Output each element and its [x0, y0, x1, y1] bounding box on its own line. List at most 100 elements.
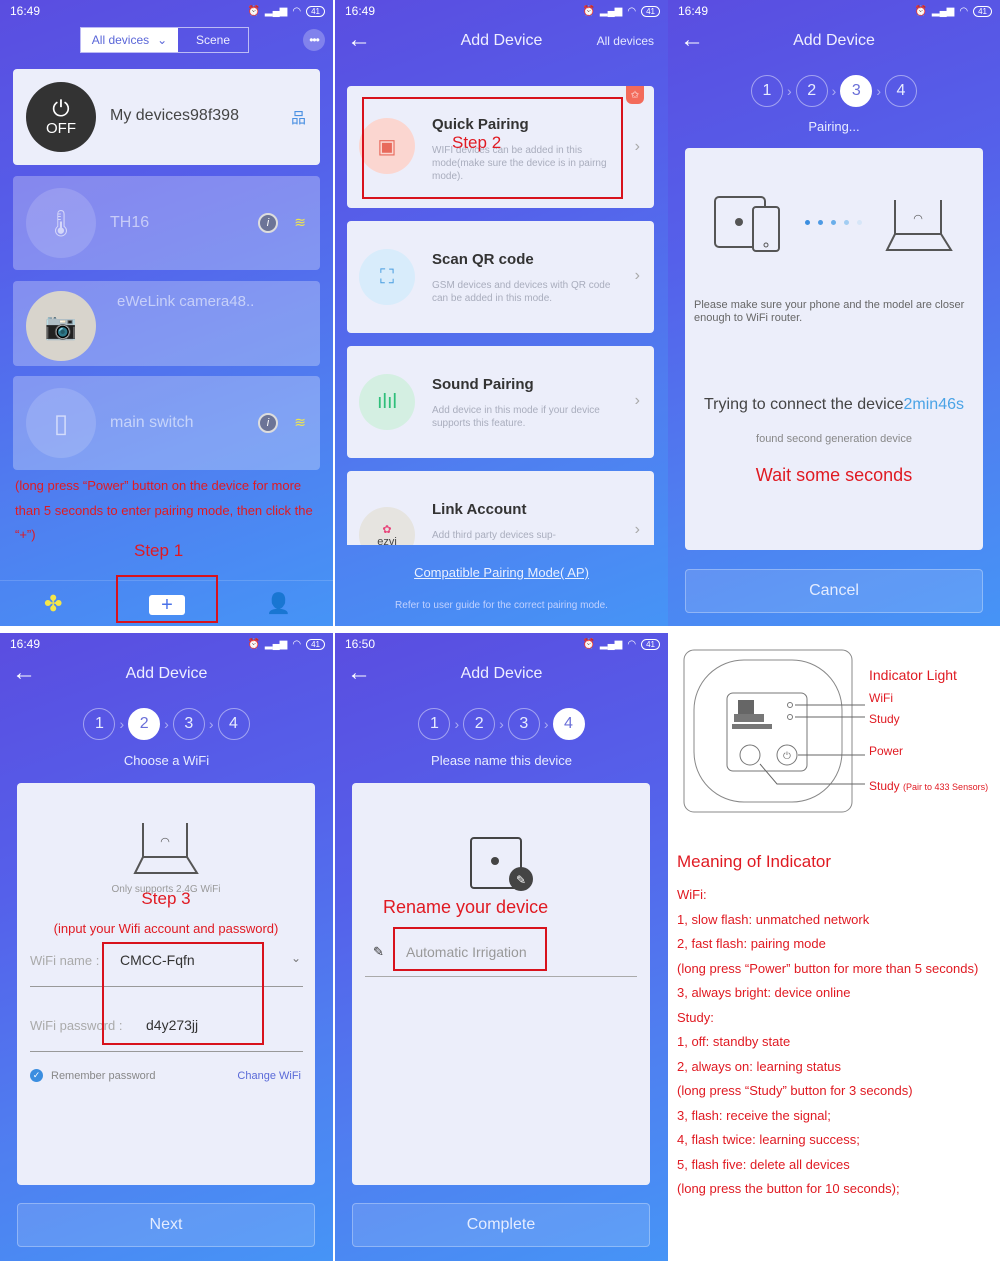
device-card[interactable]: ⏻ OFF My devices98f398 品 [13, 69, 320, 165]
refer-hint: Refer to user guide for the correct pair… [395, 600, 608, 611]
camera-thumbnail: 📷 [26, 291, 96, 361]
rename-annotation: Rename your device [383, 897, 549, 917]
change-wifi-link[interactable]: Change WiFi [237, 1070, 301, 1082]
page-title: Add Device [125, 665, 208, 682]
complete-button[interactable]: Complete [352, 1203, 650, 1247]
found-device-text: found second generation device [756, 433, 912, 445]
pairing-screen: 16:49 ⏰ ▂▄▆ ◠ 41 ← Add Device 1 › 2 › 3 › 4 Pa… [668, 0, 1000, 626]
mode-scan-qr[interactable]: ⛶ Scan QR code GSM devices and devices w… [347, 221, 654, 333]
chevron-down-icon[interactable]: ⌄ [291, 951, 301, 965]
wifi-icon: ◠ [292, 5, 302, 17]
meaning-line: 5, flash five: delete all devices [677, 1156, 850, 1172]
proximity-hint: Please make sure your phone and the mode… [694, 299, 965, 324]
alarm-icon: ⏰ [582, 5, 595, 17]
step-subtitle: Pairing... [808, 119, 860, 134]
star-badge-icon: ✩ [626, 86, 644, 104]
meaning-line: 4, flash twice: learning success; [677, 1132, 860, 1147]
chevron-right-icon: › [634, 521, 640, 538]
more-icon[interactable]: ••• [303, 29, 325, 51]
status-bar: 16:49 ⏰ ▂▄▆ ◠ 41 [335, 0, 668, 22]
wait-annotation: Wait some seconds [755, 465, 913, 485]
device-card[interactable]: ▯ main switch i ≋ [13, 376, 320, 470]
signal-icon: ▂▄▆ [599, 638, 623, 650]
thermometer-icon: 🌡 [26, 188, 96, 258]
power-toggle[interactable]: ⏻ OFF [26, 82, 96, 152]
device-card[interactable]: 📷 eWeLink camera48.. [13, 281, 320, 366]
page-title: Add Device [460, 32, 543, 49]
page-title: Add Device [793, 32, 875, 49]
step3-annotation: (input your Wifi account and password) [53, 921, 279, 936]
pencil-icon: ✎ [373, 944, 384, 959]
meaning-title: Meaning of Indicator [677, 852, 832, 871]
battery-icon: 41 [641, 5, 660, 17]
step-2: 2 [795, 75, 828, 107]
add-device-screen: 16:49 ⏰ ▂▄▆ ◠ 41 ← Add Device All devices ▣… [335, 0, 668, 626]
step1-label: Step 1 [134, 541, 184, 560]
meaning-line: (long press “Power” button for more than… [677, 960, 979, 976]
meaning-line: 2, always on: learning status [677, 1058, 842, 1074]
meaning-line: 1, slow flash: unmatched network [677, 911, 870, 927]
home-screen: 16:49 ⏰ ▂▄▆ ◠ 41 All devices ⌄ Scene ••• ⏻ O… [0, 0, 333, 626]
alarm-icon: ⏰ [247, 638, 260, 650]
back-arrow-icon[interactable]: ← [347, 28, 371, 52]
highlight-box [393, 927, 547, 971]
meaning-line: 2, fast flash: pairing mode [677, 936, 826, 951]
step-4: 4 [217, 708, 250, 740]
tab-all-devices[interactable]: All devices ⌄ [81, 28, 178, 52]
back-arrow-icon[interactable]: ← [680, 28, 704, 52]
wifi-icon: ◠ [292, 638, 302, 650]
device-card[interactable]: 🌡 TH16 i ≋ [13, 176, 320, 270]
step1-annotation: (long press “Power” button on the device… [15, 478, 313, 542]
highlight-box [102, 942, 264, 1045]
indicator-heading: Indicator Light [869, 667, 957, 683]
all-devices-link[interactable]: All devices [597, 34, 654, 48]
device-name: TH16 [110, 214, 150, 231]
mode-link-account[interactable]: ✿ ezvi Link Account Add third party devic… [347, 471, 654, 545]
countdown-timer: 2min46s [903, 396, 964, 413]
chevron-down-icon: ⌄ [157, 33, 168, 47]
name-card: ✎ Rename your device ✎ Automatic Irrigat… [352, 783, 650, 1185]
profile-icon[interactable]: 👤 [266, 591, 291, 616]
sound-wave-icon: ılıl [359, 374, 415, 430]
label-wifi: WiFi [869, 691, 893, 705]
back-arrow-icon[interactable]: ← [347, 661, 371, 685]
chevron-right-icon: › [634, 138, 640, 155]
signal-icon: ▂▄▆ [264, 5, 288, 17]
connect-status: Trying to connect the device2min46s [704, 396, 964, 413]
meaning-line: WiFi: [677, 887, 707, 902]
meaning-line: (long press “Study” button for 3 seconds… [677, 1083, 913, 1098]
next-button[interactable]: Next [17, 1203, 315, 1247]
ezviz-logo-icon: ✿ ezvi [359, 507, 415, 545]
power-icon: ⏻ [52, 95, 70, 121]
battery-icon: 41 [973, 5, 992, 17]
remember-password-checkbox[interactable]: ✓ Remember password [30, 1069, 156, 1082]
status-time: 16:49 [345, 4, 376, 18]
compatible-pairing-link[interactable]: Compatible Pairing Mode( AP) [335, 565, 668, 580]
step-1: 1 [750, 75, 783, 107]
qr-scan-icon: ⛶ [359, 249, 415, 305]
check-icon: ✓ [30, 1069, 43, 1082]
signal-icon: ▂▄▆ [931, 5, 955, 17]
status-bar: 16:49 ⏰ ▂▄▆ ◠ 41 [0, 0, 333, 22]
mode-sound-pairing[interactable]: ılıl Sound Pairing Add device in this mo… [347, 346, 654, 458]
back-arrow-icon[interactable]: ← [12, 661, 36, 685]
wifi-icon: ◠ [627, 638, 637, 650]
wifi-icon: ≋ [294, 414, 306, 430]
step-indicator: 1 › 2 › 3 › 4 [668, 75, 1000, 107]
svg-text:✎: ✎ [516, 873, 526, 887]
name-device-screen: 16:50 ⏰ ▂▄▆ ◠ 41 ← Add Device 1 › 2 › 3 › 4 Pl… [335, 633, 668, 1261]
tab-scene[interactable]: Scene [178, 28, 248, 52]
battery-icon: 41 [306, 638, 325, 650]
home-nav-icon[interactable]: ✤ [44, 591, 62, 617]
page-title: Add Device [460, 665, 543, 682]
signal-icon: ▂▄▆ [599, 5, 623, 17]
step-2: 2 [128, 708, 161, 740]
info-icon[interactable]: i [258, 413, 278, 433]
status-time: 16:49 [678, 4, 709, 18]
step-subtitle: Choose a WiFi [123, 753, 210, 768]
cancel-button[interactable]: Cancel [685, 569, 983, 613]
device-name: eWeLink camera48.. [117, 293, 255, 310]
device-edit-icon: ✎ [470, 837, 533, 891]
info-icon[interactable]: i [258, 213, 278, 233]
label-study-button: Study (Pair to 433 Sensors) [869, 779, 989, 793]
